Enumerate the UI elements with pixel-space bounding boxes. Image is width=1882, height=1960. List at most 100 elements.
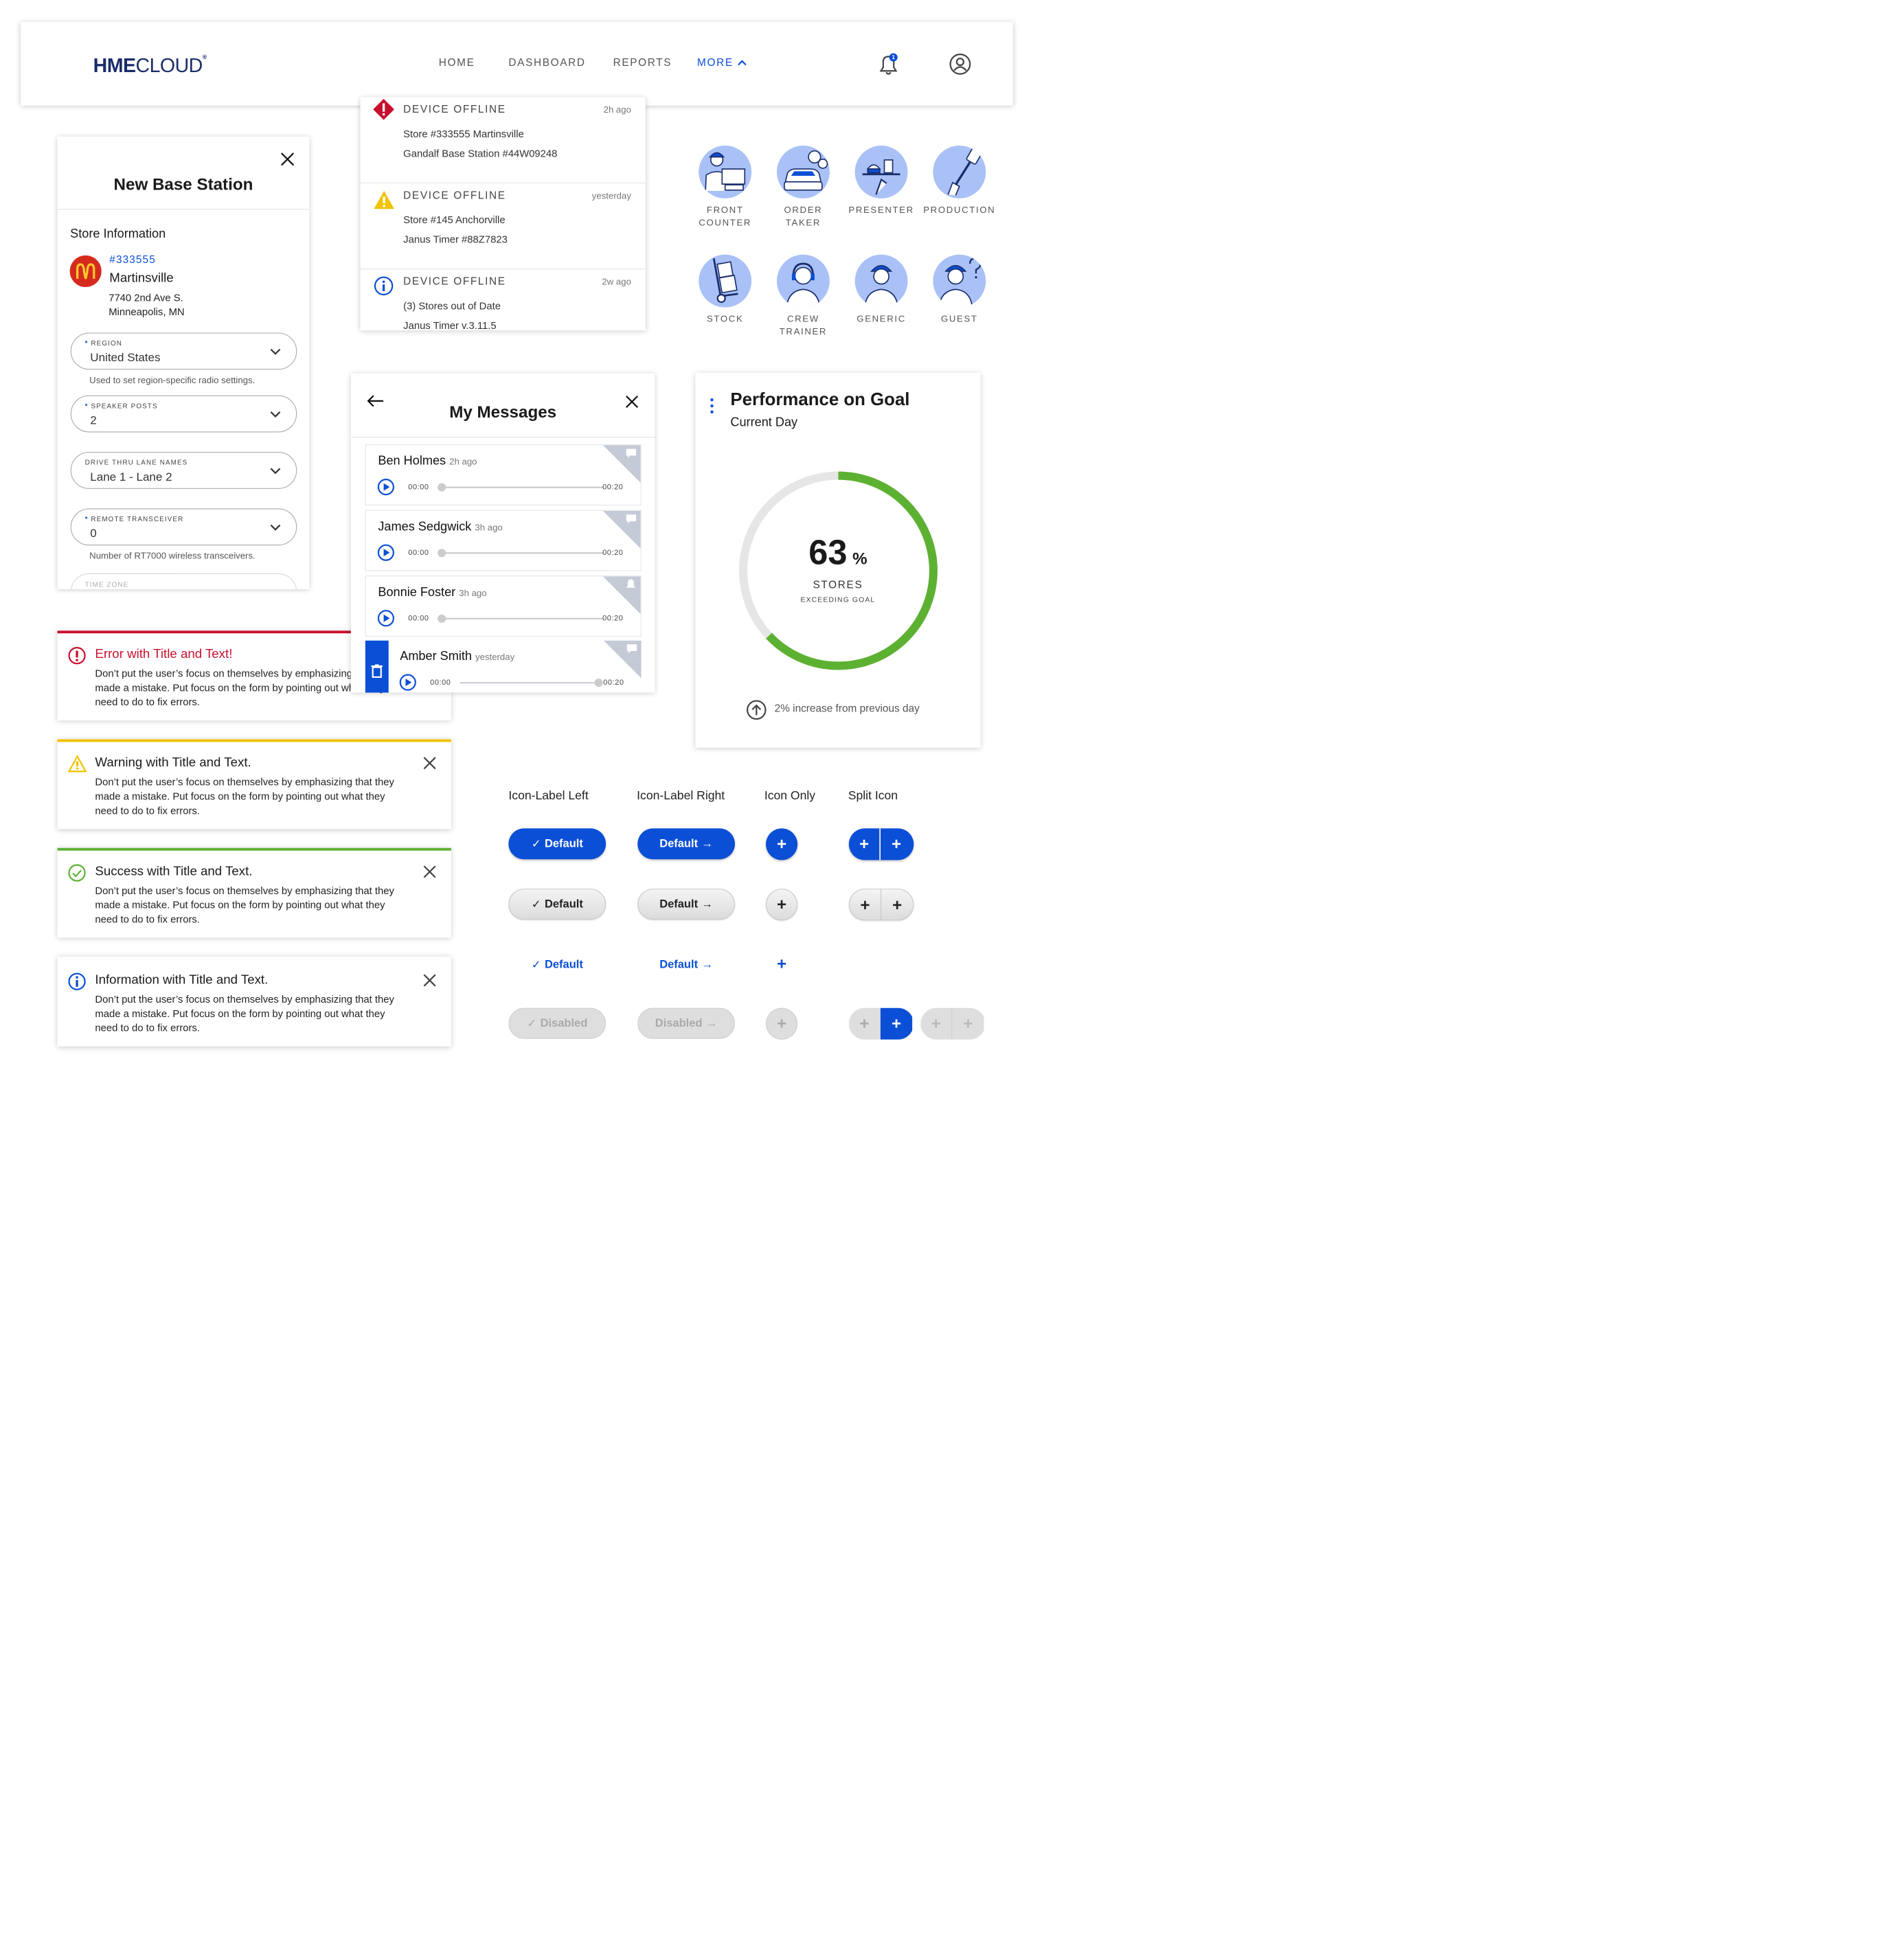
disabled-split-button: + +: [920, 1007, 985, 1040]
scrubber-knob[interactable]: [438, 483, 446, 492]
close-icon[interactable]: [280, 152, 295, 167]
message-item[interactable]: Bonnie Foster 3h ago 00:00 00:20: [365, 576, 642, 637]
close-icon[interactable]: [625, 395, 639, 409]
top-nav-bar: HMECLOUD® HOME DASHBOARD REPORTS MORE 1: [21, 21, 1013, 106]
primary-icon-left-button[interactable]: ✓ Default: [508, 828, 606, 860]
role-stock[interactable]: STOCK: [688, 254, 763, 326]
presenter-tray-icon: [862, 159, 900, 195]
section-title: Store Information: [70, 226, 166, 240]
notification-item[interactable]: DEVICE OFFLINE 2h ago Store #333555 Mart…: [360, 98, 646, 183]
scrubber-knob[interactable]: [594, 679, 603, 687]
message-item[interactable]: Amber Smith yesterday 00:00 00:20: [365, 640, 642, 693]
notification-item[interactable]: DEVICE OFFLINE 2w ago (3) Stores out of …: [361, 269, 646, 330]
remote-transceiver-select[interactable]: * REMOTE TRANSCEIVER 0: [70, 508, 297, 546]
nav-more[interactable]: MORE: [697, 56, 734, 69]
role-guest[interactable]: GUEST: [922, 254, 997, 326]
close-icon[interactable]: [422, 973, 437, 988]
alert-accent-bar: [57, 739, 451, 742]
audio-scrubber[interactable]: [460, 679, 603, 687]
region-select[interactable]: * REGION United States: [70, 332, 297, 370]
hme-cloud-logo[interactable]: HMECLOUD®: [93, 54, 207, 77]
modal-title: New Base Station: [113, 174, 253, 194]
chevron-down-icon: [270, 468, 281, 475]
audio-scrubber[interactable]: [438, 549, 604, 558]
play-icon[interactable]: [399, 674, 416, 691]
role-production[interactable]: PRODUCTION: [922, 146, 997, 216]
chevron-up-icon[interactable]: [737, 59, 747, 67]
tertiary-icon-left-button[interactable]: ✓ Default: [508, 949, 606, 980]
scrubber-knob[interactable]: [438, 614, 446, 623]
split-left-plus[interactable]: +: [850, 889, 882, 920]
stock-hand-truck-icon: [712, 258, 738, 304]
split-right-plus[interactable]: +: [881, 828, 912, 860]
column-header: Split Icon: [848, 788, 898, 802]
nav-dashboard[interactable]: DASHBOARD: [508, 56, 585, 69]
performance-title: Performance on Goal: [730, 389, 910, 409]
notification-time: 2w ago: [602, 277, 631, 287]
split-right-plus: +: [952, 1007, 984, 1040]
close-icon[interactable]: [422, 756, 437, 771]
play-icon[interactable]: [377, 544, 394, 561]
info-circle-icon: [68, 972, 86, 990]
role-order-taker[interactable]: ORDER TAKER: [765, 146, 841, 229]
user-account-icon[interactable]: [949, 53, 971, 76]
tertiary-icon-right-button[interactable]: Default →: [637, 949, 735, 980]
time-zone-select[interactable]: TIME ZONE: [70, 573, 297, 589]
notification-title: DEVICE OFFLINE: [403, 189, 506, 201]
split-button-active-right[interactable]: + +: [848, 1007, 914, 1040]
warning-triangle-icon: [67, 755, 87, 773]
close-icon[interactable]: [422, 865, 437, 879]
scrubber-knob[interactable]: [438, 549, 446, 558]
message-item[interactable]: Ben Holmes 2h ago 00:00 00:20: [365, 444, 642, 506]
split-right-plus[interactable]: +: [881, 889, 913, 920]
message-item[interactable]: James Sedgwick 3h ago 00:00 00:20: [365, 510, 642, 571]
audio-scrubber[interactable]: [438, 483, 604, 492]
audio-start-time: 00:00: [408, 548, 429, 557]
nav-home[interactable]: HOME: [439, 56, 475, 69]
role-crew-trainer[interactable]: CREW TRAINER: [765, 254, 841, 339]
role-label: ORDER TAKER: [784, 205, 823, 228]
primary-icon-only-button[interactable]: +: [766, 828, 798, 861]
secondary-icon-only-button[interactable]: +: [766, 889, 798, 921]
split-left-plus[interactable]: +: [849, 828, 881, 861]
notification-line: Janus Timer #88Z7823: [403, 233, 508, 246]
speaker-posts-select[interactable]: * SPEAKER POSTS 2: [70, 395, 297, 433]
front-counter-icon: [705, 152, 746, 191]
gauge-sublabel: EXCEEDING GOAL: [800, 595, 876, 604]
warning-triangle-icon: [374, 190, 394, 209]
split-right-plus[interactable]: +: [880, 1007, 913, 1040]
notification-title: DEVICE OFFLINE: [403, 275, 506, 287]
delete-action[interactable]: [365, 640, 389, 693]
primary-icon-right-button[interactable]: Default →: [637, 828, 735, 860]
play-icon[interactable]: [377, 478, 394, 496]
secondary-icon-left-button[interactable]: ✓ Default: [508, 889, 606, 920]
secondary-split-button[interactable]: + +: [848, 889, 914, 921]
primary-split-button[interactable]: + +: [848, 828, 914, 861]
kebab-menu-icon[interactable]: [710, 398, 714, 414]
role-presenter[interactable]: PRESENTER: [843, 146, 919, 216]
gauge-label: STORES: [813, 578, 863, 591]
column-header: Icon-Label Right: [637, 788, 725, 802]
warning-alert: Warning with Title and Text. Don’t put t…: [57, 739, 451, 830]
lane-names-select[interactable]: DRIVE THRU LANE NAMES Lane 1 - Lane 2: [70, 452, 297, 489]
notification-time: yesterday: [591, 190, 631, 201]
notification-item[interactable]: DEVICE OFFLINE yesterday Store #145 Anch…: [360, 183, 646, 270]
gauge-value: 63%: [808, 533, 868, 572]
role-generic[interactable]: GENERIC: [843, 254, 919, 326]
tertiary-icon-only-button[interactable]: +: [766, 948, 797, 980]
role-front-counter[interactable]: FRONT COUNTER: [688, 146, 763, 229]
alert-accent-bar: [57, 847, 451, 851]
success-alert: Success with Title and Text. Don’t put t…: [57, 847, 451, 938]
notification-time: 2h ago: [603, 104, 631, 115]
alert-title: Information with Title and Text.: [95, 972, 269, 987]
notification-line: Janus Timer v.3.11.5: [403, 319, 497, 331]
secondary-icon-right-button[interactable]: Default →: [637, 889, 735, 920]
performance-on-goal-card: Performance on Goal Current Day 63% STOR…: [695, 372, 981, 748]
bell-icon[interactable]: 1: [877, 53, 900, 77]
nav-reports[interactable]: REPORTS: [613, 56, 672, 69]
play-icon[interactable]: [377, 610, 394, 627]
audio-scrubber[interactable]: [438, 614, 604, 623]
message-time: 3h ago: [459, 588, 487, 599]
store-number[interactable]: #333555: [109, 253, 156, 266]
generic-employee-icon: [864, 264, 899, 308]
